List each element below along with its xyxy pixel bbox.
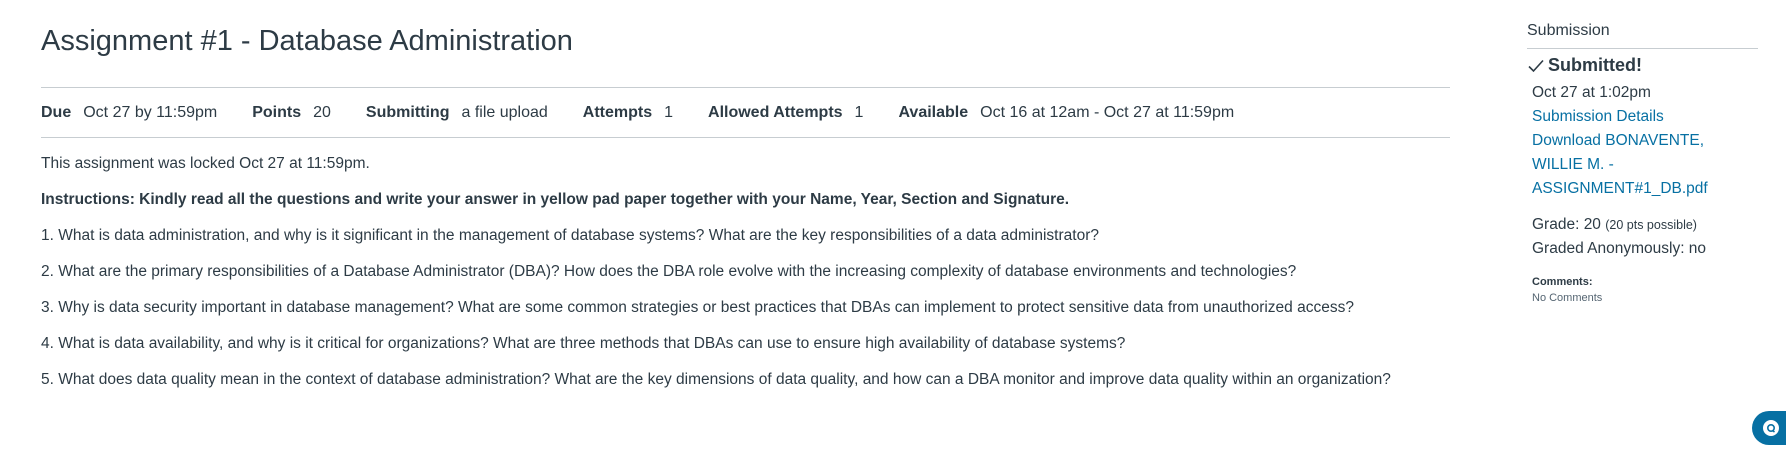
assignment-page: Assignment #1 - Database Administration … bbox=[0, 0, 1786, 454]
points-field: Points 20 bbox=[252, 104, 331, 122]
available-field: Available Oct 16 at 12am - Oct 27 at 11:… bbox=[898, 104, 1234, 122]
locked-notice: This assignment was locked Oct 27 at 11:… bbox=[41, 155, 370, 172]
instructions-text: Instructions: Kindly read all the questi… bbox=[41, 191, 1070, 208]
due-value: Oct 27 by 11:59pm bbox=[83, 103, 218, 121]
grade-possible: (20 pts possible) bbox=[1605, 218, 1697, 232]
due-label: Due bbox=[41, 103, 72, 121]
attempts-label: Attempts bbox=[582, 103, 653, 121]
grade-info: Grade: 20 (20 pts possible) Graded Anony… bbox=[1532, 213, 1706, 261]
page-title: Assignment #1 - Database Administration bbox=[41, 25, 573, 57]
submission-status: Submitted! bbox=[1527, 55, 1642, 76]
submitting-label: Submitting bbox=[365, 103, 450, 121]
allowed-attempts-label: Allowed Attempts bbox=[708, 103, 843, 121]
download-submission-link[interactable]: Download BONAVENTE, WILLIE M. - ASSIGNME… bbox=[1532, 129, 1708, 201]
comments-value: No Comments bbox=[1532, 292, 1603, 304]
submitting-field: Submitting a file upload bbox=[366, 104, 548, 122]
checkmark-icon bbox=[1528, 59, 1544, 72]
attempts-value: 1 bbox=[664, 103, 674, 121]
allowed-attempts-value: 1 bbox=[854, 103, 864, 121]
points-label: Points bbox=[252, 103, 302, 121]
points-value: 20 bbox=[313, 103, 331, 121]
submission-heading: Submission bbox=[1527, 22, 1758, 49]
graded-anonymously: Graded Anonymously: no bbox=[1532, 240, 1707, 257]
download-link-line: ASSIGNMENT#1_DB.pdf bbox=[1532, 180, 1708, 197]
submission-info: Oct 27 at 1:02pm Submission Details Down… bbox=[1532, 81, 1708, 201]
available-label: Available bbox=[898, 103, 969, 121]
help-chat-button[interactable] bbox=[1752, 411, 1786, 445]
download-link-line: WILLIE M. - bbox=[1532, 156, 1614, 173]
assignment-details-bar: Due Oct 27 by 11:59pm Points 20 Submitti… bbox=[41, 87, 1450, 138]
comments-label: Comments: bbox=[1532, 276, 1593, 288]
submission-details-link[interactable]: Submission Details bbox=[1532, 105, 1708, 129]
submitted-at: Oct 27 at 1:02pm bbox=[1532, 84, 1651, 101]
available-value: Oct 16 at 12am - Oct 27 at 11:59pm bbox=[980, 103, 1235, 121]
help-chat-icon bbox=[1763, 420, 1779, 436]
question-item: 5. What does data quality mean in the co… bbox=[41, 371, 1391, 388]
submitting-value: a file upload bbox=[461, 103, 548, 121]
question-item: 2. What are the primary responsibilities… bbox=[41, 263, 1297, 280]
attempts-field: Attempts 1 bbox=[583, 104, 673, 122]
download-link-line: Download BONAVENTE, bbox=[1532, 132, 1704, 149]
due-field: Due Oct 27 by 11:59pm bbox=[41, 104, 217, 122]
submission-status-text: Submitted! bbox=[1548, 55, 1642, 75]
assignment-description: This assignment was locked Oct 27 at 11:… bbox=[41, 155, 1450, 407]
grade-value: Grade: 20 bbox=[1532, 216, 1601, 233]
allowed-attempts-field: Allowed Attempts 1 bbox=[708, 104, 863, 122]
grade-line: Grade: 20 (20 pts possible) bbox=[1532, 213, 1706, 237]
question-item: 4. What is data availability, and why is… bbox=[41, 335, 1126, 352]
question-item: 3. Why is data security important in dat… bbox=[41, 299, 1354, 316]
chat-bubble-icon bbox=[1766, 423, 1776, 433]
question-item: 1. What is data administration, and why … bbox=[41, 227, 1099, 244]
